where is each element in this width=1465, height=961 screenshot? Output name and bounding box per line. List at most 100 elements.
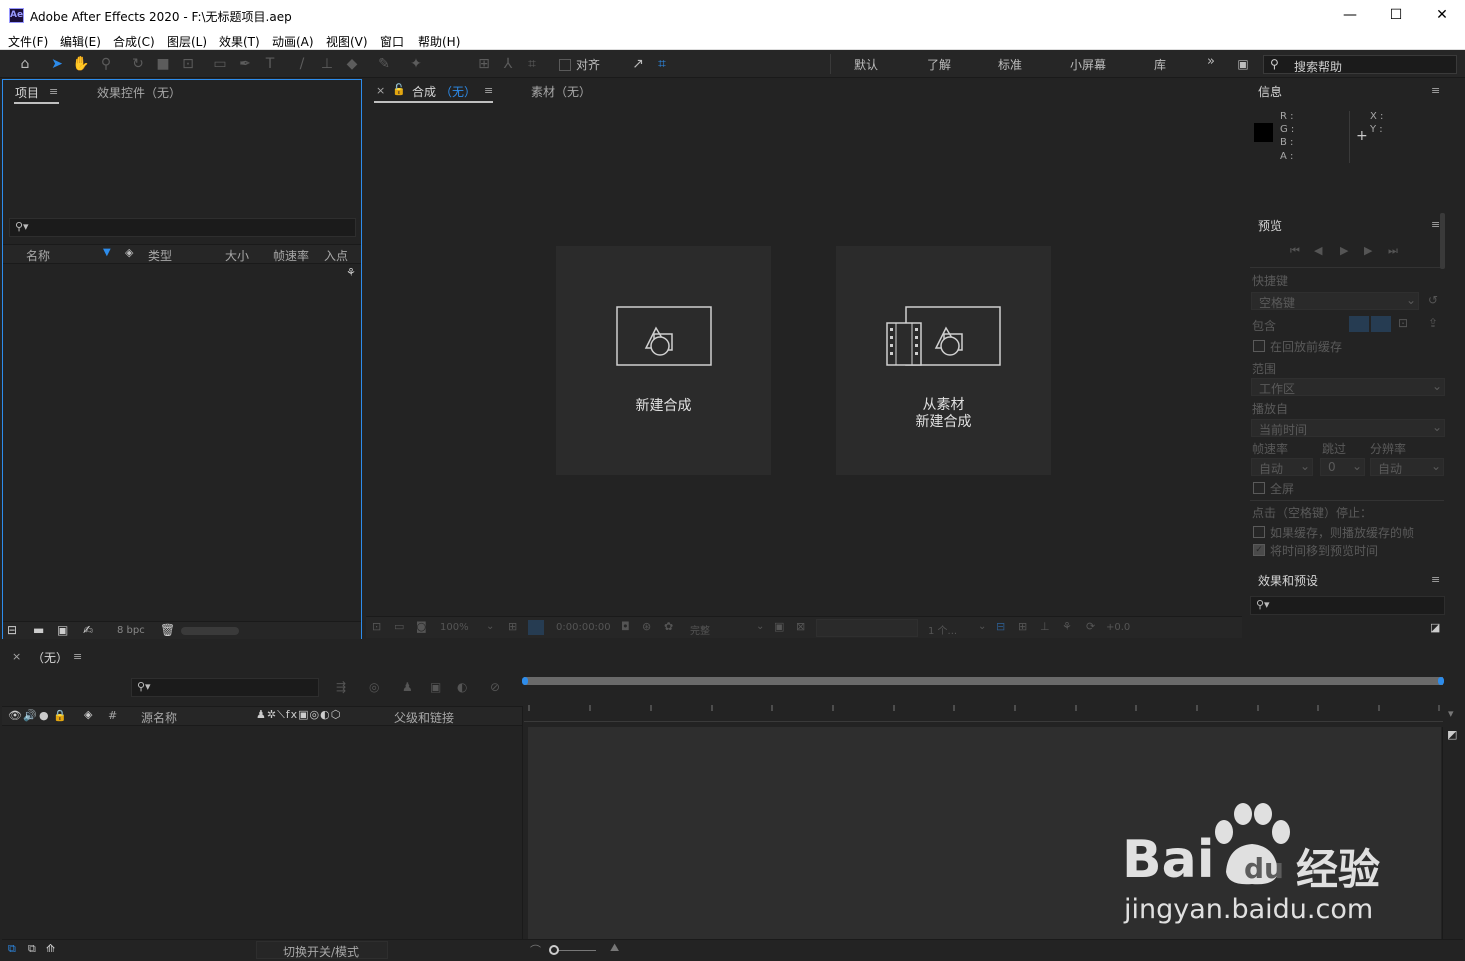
- new-composition-card[interactable]: 新建合成: [556, 246, 771, 475]
- menu-view[interactable]: 视图(V): [326, 33, 368, 50]
- resolution-select[interactable]: 完整: [690, 622, 710, 637]
- transparency-grid-icon[interactable]: [528, 620, 544, 635]
- show-snapshot-icon[interactable]: ⊛: [642, 620, 651, 633]
- exposure-value[interactable]: +0.0: [1106, 622, 1130, 633]
- new-composition-icon[interactable]: ▣: [57, 623, 68, 637]
- include-video-icon[interactable]: [1349, 316, 1369, 332]
- shortcut-select[interactable]: 空格键 ⌄: [1251, 292, 1419, 310]
- transfer-controls-icon[interactable]: ⧉: [28, 942, 36, 956]
- views-dropdown-icon[interactable]: ⌄: [978, 621, 986, 632]
- maximize-button[interactable]: ☐: [1373, 0, 1419, 31]
- tab-footage[interactable]: 素材（无）: [531, 83, 591, 100]
- hide-shy-icon[interactable]: ♟: [402, 680, 413, 694]
- next-frame-icon[interactable]: ▶: [1364, 244, 1372, 257]
- timeline-search-input[interactable]: ⚲▾: [131, 678, 319, 697]
- preview-menu-icon[interactable]: ≡: [1431, 218, 1440, 231]
- label-tag-icon[interactable]: ◈: [84, 708, 92, 721]
- timeline-icon[interactable]: ⊞: [1018, 620, 1027, 633]
- workspace-default[interactable]: 默认: [854, 56, 878, 73]
- work-area-start-handle[interactable]: [522, 677, 528, 685]
- reset-exposure-icon[interactable]: ⟳: [1086, 620, 1095, 633]
- eraser-tool-icon[interactable]: ◆: [342, 54, 362, 74]
- toggle-modes-button[interactable]: 切换开关/模式: [256, 941, 388, 959]
- time-ruler[interactable]: [524, 687, 1443, 722]
- menu-composition[interactable]: 合成(C): [113, 33, 155, 50]
- lock-icon[interactable]: 🔒: [53, 709, 67, 722]
- toggle-mask-icon[interactable]: ⊠: [796, 620, 805, 633]
- tab-project[interactable]: 项目: [15, 84, 39, 101]
- col-in-point[interactable]: 入点: [324, 247, 348, 264]
- work-area-bar[interactable]: [524, 677, 1443, 685]
- close-timeline-icon[interactable]: ×: [12, 650, 21, 663]
- tab-timeline-none[interactable]: （无）: [32, 649, 68, 666]
- views-select[interactable]: 1 个...: [928, 622, 957, 637]
- snapshot-icon[interactable]: ◘: [621, 620, 630, 633]
- play-icon[interactable]: ▶: [1340, 244, 1348, 257]
- snap-features-icon[interactable]: ⌗: [652, 54, 672, 74]
- menu-window[interactable]: 窗口: [380, 33, 404, 50]
- composition-menu-icon[interactable]: ≡: [484, 84, 493, 97]
- workspace-small-screen[interactable]: 小屏幕: [1070, 56, 1106, 73]
- monitor-icon[interactable]: ▭: [394, 620, 404, 633]
- layer-switches-icon[interactable]: ⧉: [8, 942, 16, 956]
- type-tool-icon[interactable]: T: [260, 54, 280, 74]
- col-name[interactable]: 名称: [26, 247, 50, 264]
- workspace-libraries[interactable]: 库: [1154, 56, 1166, 73]
- tab-effect-controls[interactable]: 效果控件（无）: [97, 84, 181, 101]
- roto-brush-tool-icon[interactable]: ✎: [374, 54, 394, 74]
- selection-tool-icon[interactable]: ➤: [47, 54, 67, 74]
- always-preview-icon[interactable]: ⊡: [372, 620, 381, 633]
- camera-view-select[interactable]: [816, 619, 918, 637]
- resolution-dropdown-icon[interactable]: ⌄: [756, 621, 764, 632]
- rectangle-tool-icon[interactable]: ▭: [210, 54, 230, 74]
- snap-checkbox[interactable]: [559, 59, 571, 71]
- timeline-menu-icon[interactable]: ≡: [73, 650, 82, 663]
- hand-tool-icon[interactable]: ✋: [71, 54, 91, 74]
- solo-icon[interactable]: ●: [39, 709, 49, 722]
- preview-title[interactable]: 预览: [1258, 217, 1282, 234]
- new-preset-icon[interactable]: ◪: [1430, 621, 1440, 634]
- col-frame-rate[interactable]: 帧速率: [273, 247, 309, 264]
- cache-play-checkbox[interactable]: [1253, 526, 1265, 538]
- info-title[interactable]: 信息: [1258, 83, 1282, 100]
- include-overlays-icon[interactable]: ⊡: [1398, 316, 1408, 330]
- col-layer-number[interactable]: #: [108, 709, 117, 722]
- export-icon[interactable]: ⇪: [1428, 316, 1438, 330]
- effects-menu-icon[interactable]: ≡: [1431, 573, 1440, 586]
- label-tag-icon[interactable]: ◈: [125, 246, 133, 259]
- close-comp-tab-icon[interactable]: ×: [376, 84, 385, 97]
- cache-before-checkbox[interactable]: [1253, 340, 1265, 352]
- prev-frame-icon[interactable]: ◀: [1314, 244, 1322, 257]
- col-parent-link[interactable]: 父级和链接: [394, 709, 454, 726]
- flowchart-icon[interactable]: ⚘: [346, 266, 356, 279]
- zoom-out-icon[interactable]: ⌒: [530, 942, 541, 958]
- fast-preview-icon[interactable]: ▣: [774, 620, 784, 633]
- frame-blending-icon[interactable]: ▣: [430, 680, 441, 694]
- rotate-tool-icon[interactable]: ↻: [128, 54, 148, 74]
- effects-title[interactable]: 效果和预设: [1258, 572, 1318, 589]
- sort-arrow-icon[interactable]: ▼: [103, 247, 111, 258]
- switches-icon[interactable]: ♟✲⟍fx▣◎◐⬡: [256, 708, 341, 722]
- right-panels-scrollbar[interactable]: [1440, 213, 1445, 269]
- project-scrollbar[interactable]: [181, 627, 239, 635]
- play-from-select[interactable]: 当前时间 ⌄: [1251, 419, 1445, 437]
- project-search-input[interactable]: ⚲▾: [9, 218, 356, 237]
- workspace-more-icon[interactable]: »: [1207, 54, 1215, 69]
- vr-icon[interactable]: ◙: [416, 620, 427, 633]
- resolution-select[interactable]: 自动 ⌄: [1370, 458, 1444, 476]
- zoom-in-icon[interactable]: ⛰: [610, 941, 619, 955]
- menu-edit[interactable]: 编辑(E): [60, 33, 101, 50]
- trash-icon[interactable]: 🗑: [160, 623, 175, 637]
- bpc-label[interactable]: 8 bpc: [117, 625, 145, 636]
- lock-icon[interactable]: 🔓: [392, 83, 406, 96]
- zoom-dropdown-icon[interactable]: ⌄: [486, 621, 494, 632]
- fullscreen-checkbox[interactable]: [1253, 482, 1265, 494]
- comp-button-icon[interactable]: ▾: [1448, 707, 1454, 720]
- frame-rate-select[interactable]: 自动 ⌄: [1251, 458, 1313, 476]
- help-search-input[interactable]: ⚲ 搜索帮助: [1263, 55, 1457, 74]
- zoom-tool-icon[interactable]: ⚲: [96, 54, 116, 74]
- graph-editor-icon[interactable]: ⊘: [490, 680, 500, 694]
- clone-stamp-tool-icon[interactable]: ⊥: [317, 54, 337, 74]
- local-axis-icon[interactable]: ⊞: [474, 54, 494, 74]
- pen-tool-icon[interactable]: ✒: [235, 54, 255, 74]
